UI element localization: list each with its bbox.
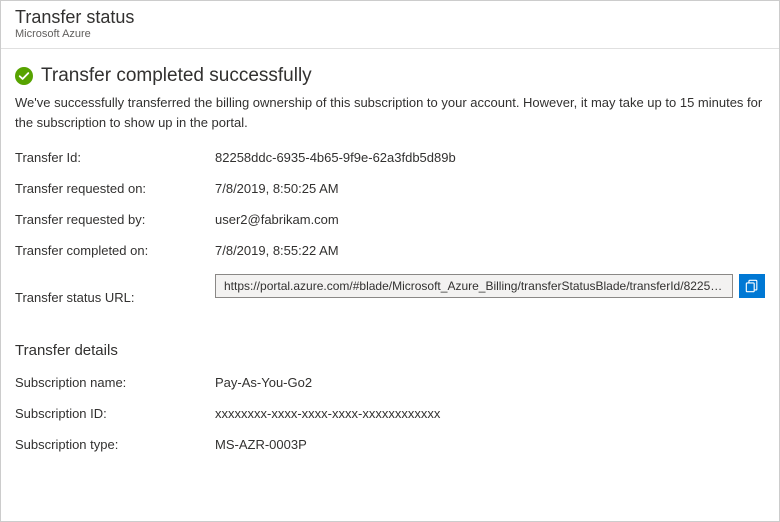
status-description: We've successfully transferred the billi… (15, 93, 765, 132)
field-transfer-id: Transfer Id: 82258ddc-6935-4b65-9f9e-62a… (15, 150, 765, 165)
field-value: 7/8/2019, 8:55:22 AM (215, 243, 339, 258)
field-label: Subscription name: (15, 375, 215, 390)
status-row: Transfer completed successfully (15, 65, 765, 87)
field-subscription-id: Subscription ID: xxxxxxxx-xxxx-xxxx-xxxx… (15, 406, 765, 421)
field-value: 82258ddc-6935-4b65-9f9e-62a3fdb5d89b (215, 150, 456, 165)
field-requested-by: Transfer requested by: user2@fabrikam.co… (15, 212, 765, 227)
field-label: Subscription type: (15, 437, 215, 452)
field-label: Transfer Id: (15, 150, 215, 165)
page-title: Transfer status (15, 7, 765, 28)
field-subscription-type: Subscription type: MS-AZR-0003P (15, 437, 765, 452)
field-label: Transfer requested on: (15, 181, 215, 196)
field-value: user2@fabrikam.com (215, 212, 339, 227)
status-heading: Transfer completed successfully (41, 65, 312, 87)
copy-url-button[interactable] (739, 274, 765, 298)
field-label: Transfer completed on: (15, 243, 215, 258)
field-label: Subscription ID: (15, 406, 215, 421)
page-header: Transfer status Microsoft Azure (1, 1, 779, 49)
field-value: xxxxxxxx-xxxx-xxxx-xxxx-xxxxxxxxxxxx (215, 406, 440, 421)
field-requested-on: Transfer requested on: 7/8/2019, 8:50:25… (15, 181, 765, 196)
status-url-input[interactable] (215, 274, 733, 298)
success-check-icon (15, 67, 33, 85)
content-area: Transfer completed successfully We've su… (1, 49, 779, 484)
field-completed-on: Transfer completed on: 7/8/2019, 8:55:22… (15, 243, 765, 258)
field-value: Pay-As-You-Go2 (215, 375, 312, 390)
transfer-details-heading: Transfer details (15, 342, 765, 359)
copy-icon (745, 279, 759, 293)
field-label: Transfer status URL: (15, 290, 215, 305)
field-value: MS-AZR-0003P (215, 437, 307, 452)
field-status-url: Transfer status URL: (15, 274, 765, 320)
page-subtitle: Microsoft Azure (15, 28, 765, 40)
field-subscription-name: Subscription name: Pay-As-You-Go2 (15, 375, 765, 390)
field-value: 7/8/2019, 8:50:25 AM (215, 181, 339, 196)
field-label: Transfer requested by: (15, 212, 215, 227)
